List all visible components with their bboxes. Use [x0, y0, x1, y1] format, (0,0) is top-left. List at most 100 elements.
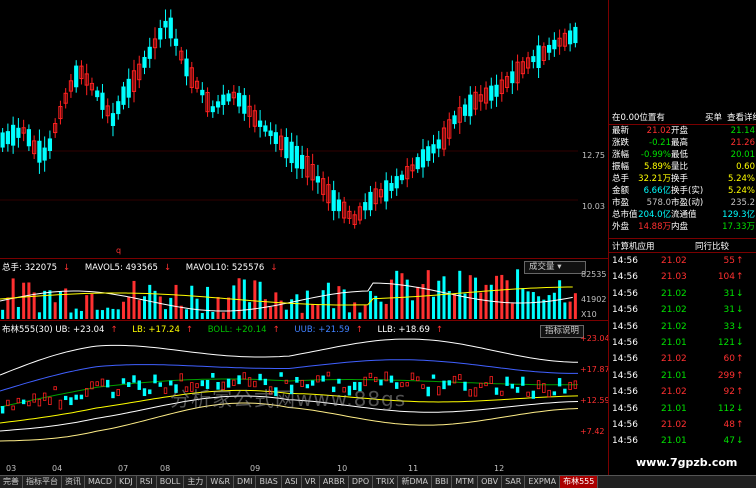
quote-value: 21.02 [646, 126, 671, 136]
volume-bar [206, 286, 210, 319]
candle-body [389, 183, 394, 191]
peer-compare-button[interactable]: 同行比较 [695, 240, 729, 252]
volume-bar [453, 293, 457, 319]
ind-candle [416, 376, 420, 382]
volume-bar [132, 280, 136, 319]
industry-name: 计算机应用 [612, 242, 655, 252]
tab-20[interactable]: SAR [502, 476, 526, 488]
quote-label: 最高 [671, 138, 689, 148]
ind-candle [79, 394, 84, 400]
tab-11[interactable]: ASI [282, 476, 302, 488]
ind-candle [0, 406, 5, 414]
volume-bar [195, 298, 199, 319]
ind-candle [557, 378, 562, 387]
tab-0[interactable]: 完善 [0, 476, 23, 488]
indicator-tab-bar: 完善 指标平台 资讯 MACD KDJ RSI BOLL 主力 W&R DMI BIAS ASI VR A… [0, 475, 756, 488]
candle-body [173, 38, 179, 46]
industry-row: 计算机应用 同行比较 [609, 238, 756, 253]
tick-time: 14:56 [612, 354, 638, 365]
ind-candle [368, 372, 373, 379]
volume-bar [137, 300, 141, 319]
candle-body [163, 20, 168, 28]
volume-bar [389, 279, 393, 319]
ub-line [0, 338, 578, 376]
quote-label: 涨跌 [612, 138, 630, 148]
tick-direction: ↓ [736, 338, 744, 348]
volume-bar [374, 295, 378, 319]
tick-volume: 121 [717, 338, 735, 348]
volume-bar [305, 290, 309, 319]
volume-bar [211, 311, 215, 319]
ind-candle [515, 386, 520, 393]
volume-bar [64, 288, 68, 319]
tab-18[interactable]: MTM [452, 476, 479, 488]
quote-label: 开盘 [671, 126, 689, 136]
volume-bar [531, 292, 535, 319]
tick-time: 14:56 [612, 420, 638, 430]
tab-5[interactable]: RSI [137, 476, 157, 488]
volume-bar [437, 280, 441, 319]
candle-body [426, 146, 431, 161]
quote-value: 20.01 [730, 150, 755, 160]
candle-body [121, 86, 126, 105]
volume-bar [332, 308, 336, 319]
volume-bar [37, 312, 41, 319]
tab-16[interactable]: 新DMA [398, 476, 433, 488]
volume-bar [127, 296, 131, 319]
volume-bar [106, 307, 110, 319]
candle-body [268, 130, 273, 137]
quote-row: 金额 6.66亿 换手(实) 5.24% [609, 186, 756, 196]
tab-3[interactable]: MACD [85, 476, 116, 488]
tab-22[interactable]: 布林555 [560, 476, 599, 488]
x-tick: 09 [250, 464, 261, 473]
tick-row: 14:56 21.02 31 ↓ [609, 303, 756, 318]
volume-pane[interactable]: 总手: 322075 ↓ MAVOL5: 493565 ↓ MAVOL10: 525… [0, 258, 608, 321]
quote-label: 金额 [612, 186, 630, 196]
tick-time: 14:56 [612, 256, 638, 266]
tab-19[interactable]: OBV [478, 476, 503, 488]
volume-bar [74, 308, 78, 319]
tick-price: 21.02 [661, 420, 687, 430]
candle-body [116, 101, 121, 115]
tick-direction: ↓ [736, 436, 744, 447]
candle-body [226, 93, 231, 102]
tab-8[interactable]: W&R [207, 476, 235, 488]
candle-body [489, 85, 494, 101]
x-tick: 11 [408, 464, 419, 473]
indicator-help-button[interactable]: 指标说明 [540, 325, 585, 338]
tick-price: 21.01 [661, 436, 687, 447]
volume-bar [190, 285, 194, 319]
tick-row: 14:56 21.01 121 ↓ [609, 336, 756, 351]
tick-price: 21.03 [661, 272, 687, 283]
view-detail-link[interactable]: 查看详细 [727, 113, 756, 123]
tab-21[interactable]: EXPMA [525, 476, 561, 488]
volume-bar [164, 309, 168, 319]
tab-1[interactable]: 指标平台 [23, 476, 62, 488]
tab-10[interactable]: BIAS [256, 476, 282, 488]
tab-13[interactable]: ARBR [320, 476, 349, 488]
tab-7[interactable]: 主力 [184, 476, 208, 488]
ind-candle [116, 389, 120, 396]
site-watermark: www.7gpzb.com [636, 456, 738, 469]
tab-15[interactable]: TRIX [373, 476, 399, 488]
tick-time: 14:56 [612, 370, 638, 381]
candle-body [510, 71, 515, 84]
tab-2[interactable]: 资讯 [62, 476, 85, 488]
tick-time: 14:56 [612, 288, 638, 299]
tab-17[interactable]: BBI [432, 476, 453, 488]
tab-12[interactable]: VR [302, 476, 320, 488]
tab-4[interactable]: KDJ [116, 476, 137, 488]
indicator-axis-label: +23.04 [580, 334, 610, 343]
volume-bar [379, 301, 383, 319]
ind-candle [100, 378, 105, 387]
indicator-axis-label: +17.87 [580, 365, 610, 374]
tab-14[interactable]: DPO [349, 476, 374, 488]
candle-body [289, 141, 294, 164]
tick-row: 14:56 21.02 55 ↑ [609, 254, 756, 269]
candlestick-pane[interactable]: 12.75 10.03 q [0, 0, 608, 258]
volume-indicator-button[interactable]: 成交量 ▾ [524, 261, 586, 274]
volume-bar [347, 312, 351, 319]
candle-body [462, 104, 468, 116]
tab-9[interactable]: DMI [234, 476, 257, 488]
tab-6[interactable]: BOLL [157, 476, 185, 488]
